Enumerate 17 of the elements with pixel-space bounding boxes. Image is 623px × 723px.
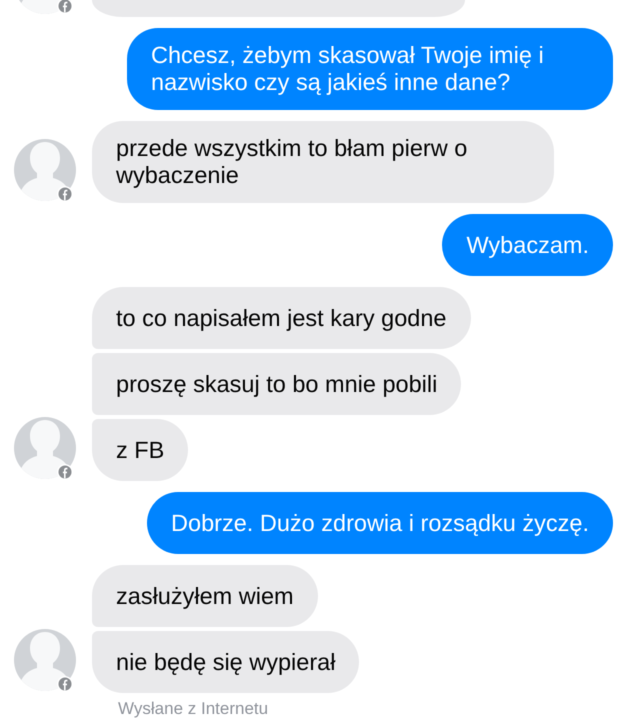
avatar-icon xyxy=(14,629,76,691)
facebook-badge-icon xyxy=(57,0,73,14)
message-bubble: Dobrze. Dużo zdrowia i rozsądku życzę. xyxy=(147,492,613,554)
facebook-badge-icon xyxy=(57,676,73,692)
avatar-icon xyxy=(14,139,76,201)
message-bubble: z FB xyxy=(92,419,188,481)
message-bubble: zasłużyłem wiem xyxy=(92,565,318,627)
facebook-badge-icon xyxy=(57,464,73,480)
message-bubble: Chcesz, żebym skasował Twoje imię i nazwisko czy są jakieś inne dane? xyxy=(127,28,613,110)
sent-status-text: Wysłane z Internetu xyxy=(118,699,268,719)
message-bubble: Wybaczam. xyxy=(442,214,613,276)
message-bubble: przede wszystkim to błam pierw o wybaczenie xyxy=(92,121,554,203)
avatar-icon xyxy=(14,417,76,479)
message-bubble: nie będę się wypierał xyxy=(92,631,360,693)
facebook-badge-icon xyxy=(57,186,73,202)
message-bubble: to co napisałem jest kary godne xyxy=(92,287,470,349)
message-bubble: proszę skasuj to bo mnie pobili xyxy=(92,353,462,415)
